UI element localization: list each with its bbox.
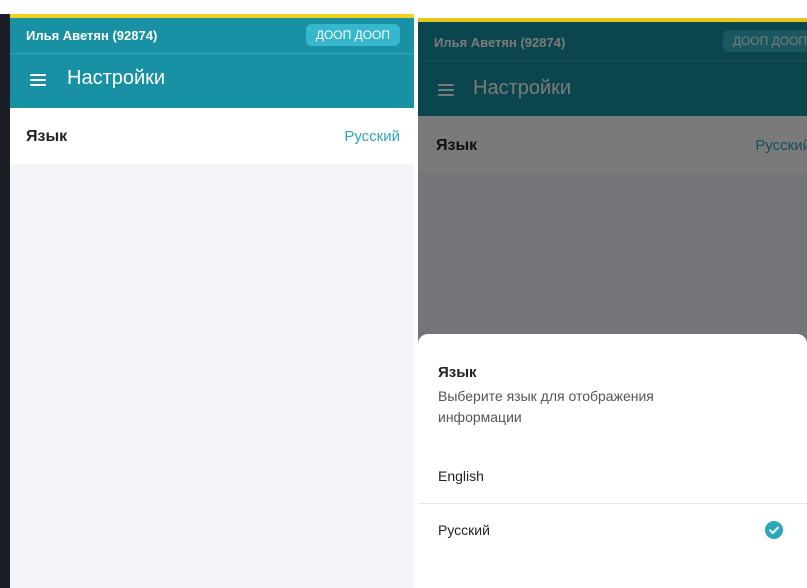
setting-label-language: Язык	[26, 128, 68, 145]
sheet-description: Выберите язык для отображения информации	[438, 388, 654, 425]
settings-screen: Илья Аветян (92874) ДООП ДООП Настройки …	[0, 0, 414, 588]
language-bottom-sheet: Язык Выберите язык для отображения инфор…	[418, 334, 807, 588]
language-option-russian[interactable]: Русский	[418, 504, 807, 558]
content-area	[10, 164, 414, 588]
option-label: English	[438, 468, 484, 484]
language-picker-screen: Илья Аветян (92874) ДООП ДООП Настройки …	[418, 0, 807, 588]
setting-row-language[interactable]: Язык Русский	[10, 108, 414, 164]
title-bar: Настройки	[10, 54, 414, 108]
window-frame	[0, 0, 10, 588]
sheet-title: Язык	[438, 364, 477, 381]
hamburger-menu-icon[interactable]	[30, 72, 46, 86]
top-strip	[0, 0, 414, 14]
option-label: Русский	[438, 522, 490, 538]
page-title: Настройки	[67, 67, 166, 89]
check-circle-icon	[765, 521, 783, 539]
top-strip	[418, 0, 807, 18]
org-button[interactable]: ДООП ДООП	[305, 24, 400, 46]
setting-value-language[interactable]: Русский	[344, 128, 400, 145]
language-option-english[interactable]: English	[418, 450, 807, 504]
user-bar: Илья Аветян (92874) ДООП ДООП	[10, 18, 414, 54]
user-name: Илья Аветян (92874)	[26, 28, 158, 43]
